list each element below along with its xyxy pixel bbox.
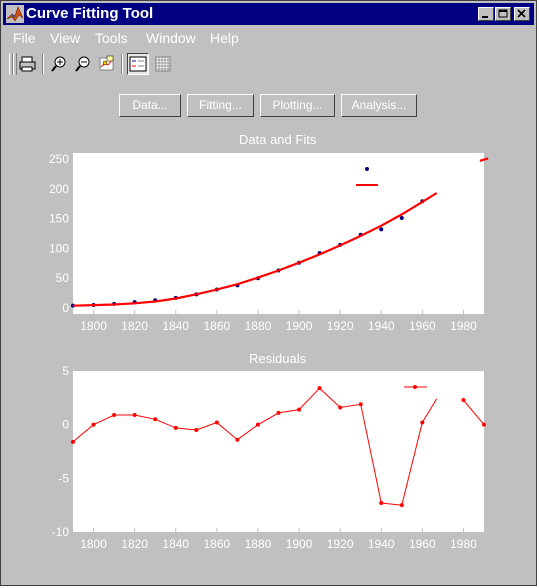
- residuals-x-tick-label: 1840: [162, 537, 189, 551]
- residuals-marker: [461, 397, 466, 402]
- residuals-marker: [214, 420, 219, 425]
- residuals-marker: [379, 501, 384, 506]
- residuals-marker: [132, 413, 137, 418]
- fits-x-tick-label: 1960: [409, 319, 436, 333]
- residuals-marker: [420, 420, 425, 425]
- fits-x-tick-label: 1820: [121, 319, 148, 333]
- residuals-axes: 1800 1820 1840 1860 1880 1900 1920 1940 1960 1980…: [52, 364, 486, 551]
- residuals-marker: [235, 437, 240, 442]
- residuals-x-tick-label: 1960: [409, 537, 436, 551]
- fits-x-tick-label: 1880: [245, 319, 272, 333]
- curve-fitting-window: Curve Fitting Tool File View Tools Windo…: [0, 0, 537, 586]
- residuals-x-tick-label: 1980: [450, 537, 477, 551]
- residuals-marker: [482, 422, 486, 427]
- residuals-x-tick-label: 1940: [368, 537, 395, 551]
- residuals-y-tick-label: 0: [62, 418, 69, 432]
- plots-area: 1800 1820 1840 1860 1880 1900 1920 1940 1960 1980…: [49, 152, 489, 551]
- fits-data-point: [399, 215, 404, 220]
- residuals-plot-background: [73, 371, 484, 532]
- residuals-marker: [71, 439, 75, 444]
- fits-y-tick-label: 100: [49, 241, 69, 255]
- fits-x-tick-label: 1800: [80, 319, 107, 333]
- residuals-marker: [194, 428, 199, 433]
- residuals-x-tick-label: 1900: [286, 537, 313, 551]
- residuals-x-tick-label: 1820: [121, 537, 148, 551]
- legend-data-marker: [365, 167, 369, 171]
- residuals-marker: [276, 410, 281, 415]
- fits-axes: 1800 1820 1840 1860 1880 1900 1920 1940 1960 1980…: [49, 152, 489, 333]
- fits-x-tick-label: 1840: [162, 319, 189, 333]
- fits-x-tick-label: 1940: [368, 319, 395, 333]
- fits-x-tick-label: 1900: [286, 319, 313, 333]
- residuals-y-tick-label: -5: [58, 471, 69, 485]
- residuals-y-tick-label: -10: [52, 525, 70, 539]
- residuals-x-tick-label: 1880: [245, 537, 272, 551]
- residuals-marker: [297, 407, 302, 412]
- fits-y-tick-label: 150: [49, 212, 69, 226]
- residuals-x-tick-label: 1860: [203, 537, 230, 551]
- residuals-x-tick-label: 1800: [80, 537, 107, 551]
- fits-x-tick-label: 1860: [203, 319, 230, 333]
- residuals-marker: [173, 425, 178, 430]
- fits-x-tick-label: 1980: [450, 319, 477, 333]
- fits-y-tick-label: 50: [56, 271, 70, 285]
- residuals-marker: [153, 417, 158, 422]
- fits-data-point: [379, 227, 384, 232]
- residuals-marker: [399, 503, 404, 508]
- fits-x-tick-label: 1920: [327, 319, 354, 333]
- residuals-marker: [112, 413, 117, 418]
- fits-plot-background: [73, 153, 484, 314]
- residuals-marker: [358, 402, 363, 407]
- residuals-y-tick-label: 5: [62, 364, 69, 378]
- residuals-marker: [338, 405, 343, 410]
- residuals-marker: [255, 422, 260, 427]
- legend-residual-marker: [413, 385, 417, 389]
- fits-y-tick-label: 0: [62, 301, 69, 315]
- fits-y-tick-label: 250: [49, 152, 69, 166]
- residuals-marker: [91, 422, 96, 427]
- residuals-x-tick-label: 1920: [327, 537, 354, 551]
- fits-y-tick-label: 200: [49, 182, 69, 196]
- residuals-marker: [317, 386, 322, 391]
